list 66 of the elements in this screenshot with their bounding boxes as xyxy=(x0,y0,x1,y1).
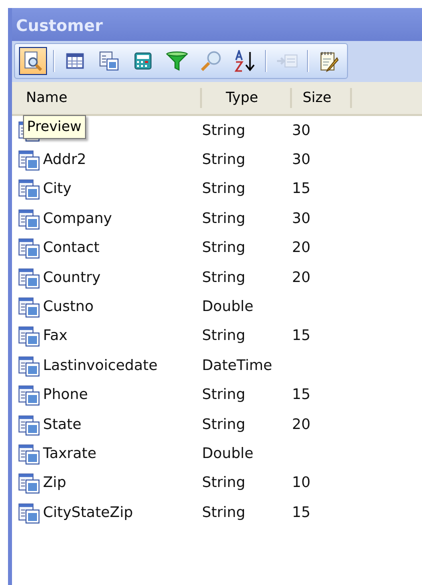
table-cell-text: Double xyxy=(202,299,254,316)
field-icon xyxy=(18,266,40,289)
table-cell-text: String xyxy=(202,475,246,492)
table-cell-text: String xyxy=(202,270,246,286)
field-icon xyxy=(18,325,40,348)
table-cell: Addr2 xyxy=(43,152,86,168)
table-cell-text: String xyxy=(202,240,246,256)
column-header[interactable]: Name xyxy=(12,88,202,108)
field-icon xyxy=(18,442,40,465)
field-icon xyxy=(18,414,40,436)
toolbar-button[interactable] xyxy=(19,47,47,75)
table-cell-text: String xyxy=(202,152,246,168)
table-cell-text: 20 xyxy=(292,270,312,286)
calculator-icon xyxy=(134,52,152,70)
table-cell-text: String xyxy=(202,181,246,198)
table-cell-text: 10 xyxy=(292,475,312,492)
field-icon xyxy=(18,149,40,172)
field-icon xyxy=(18,237,40,260)
table-cell-text: String xyxy=(202,210,246,227)
table-cell-text: String xyxy=(202,122,246,139)
tooltip: Preview xyxy=(23,115,86,139)
table-cell-text: 15 xyxy=(292,328,312,344)
field-icon xyxy=(18,354,40,377)
table-cell: Zip xyxy=(43,475,66,492)
table-cell-text: String xyxy=(202,504,246,521)
field-icon xyxy=(18,296,40,318)
arrow-into-box-icon xyxy=(276,53,298,69)
table-cell-text: DateTime xyxy=(202,358,274,374)
table-cell-text: Double xyxy=(202,446,254,462)
table-cell-text: 30 xyxy=(292,210,312,227)
table-cell: Contact xyxy=(43,240,100,256)
table-cell: Lastinvoicedate xyxy=(43,358,158,374)
field-icon xyxy=(18,178,40,200)
field-icon xyxy=(18,472,40,494)
table-icon xyxy=(66,53,84,69)
window-title: Customer xyxy=(12,8,422,41)
table-cell: State xyxy=(43,416,82,433)
table-cell-text: String xyxy=(202,416,246,433)
field-icon xyxy=(18,208,40,230)
table-cell: Custno xyxy=(43,299,94,316)
table-cell-text: 15 xyxy=(292,181,312,198)
funnel-icon xyxy=(166,51,188,71)
form-icon xyxy=(99,51,119,71)
magnifier-page-icon xyxy=(24,51,42,71)
table-cell: Phone xyxy=(43,387,88,404)
table-cell-text: 20 xyxy=(292,416,312,433)
field-icon xyxy=(18,384,40,406)
table-cell-text: 30 xyxy=(292,122,312,139)
field-icon xyxy=(18,502,40,524)
table-cell: Fax xyxy=(43,328,68,344)
table-cell-text: 15 xyxy=(292,504,312,521)
table-cell-text: 15 xyxy=(292,387,312,404)
notepad-pencil-icon xyxy=(319,50,339,72)
column-header[interactable]: Size xyxy=(292,88,352,108)
table-cell-text: String xyxy=(202,328,246,344)
search-icon xyxy=(200,51,222,71)
table-cell-text: 30 xyxy=(292,152,312,168)
table-cell: CityStateZip xyxy=(43,504,133,521)
table-cell: Country xyxy=(43,270,101,286)
table-cell: Taxrate xyxy=(43,446,96,462)
table-cell: City xyxy=(43,181,72,198)
table-cell: Company xyxy=(43,210,112,227)
table-cell-text: String xyxy=(202,387,246,404)
table-cell-text: 20 xyxy=(292,240,312,256)
column-header[interactable]: Type xyxy=(202,88,292,108)
sort-az-icon xyxy=(234,50,256,72)
